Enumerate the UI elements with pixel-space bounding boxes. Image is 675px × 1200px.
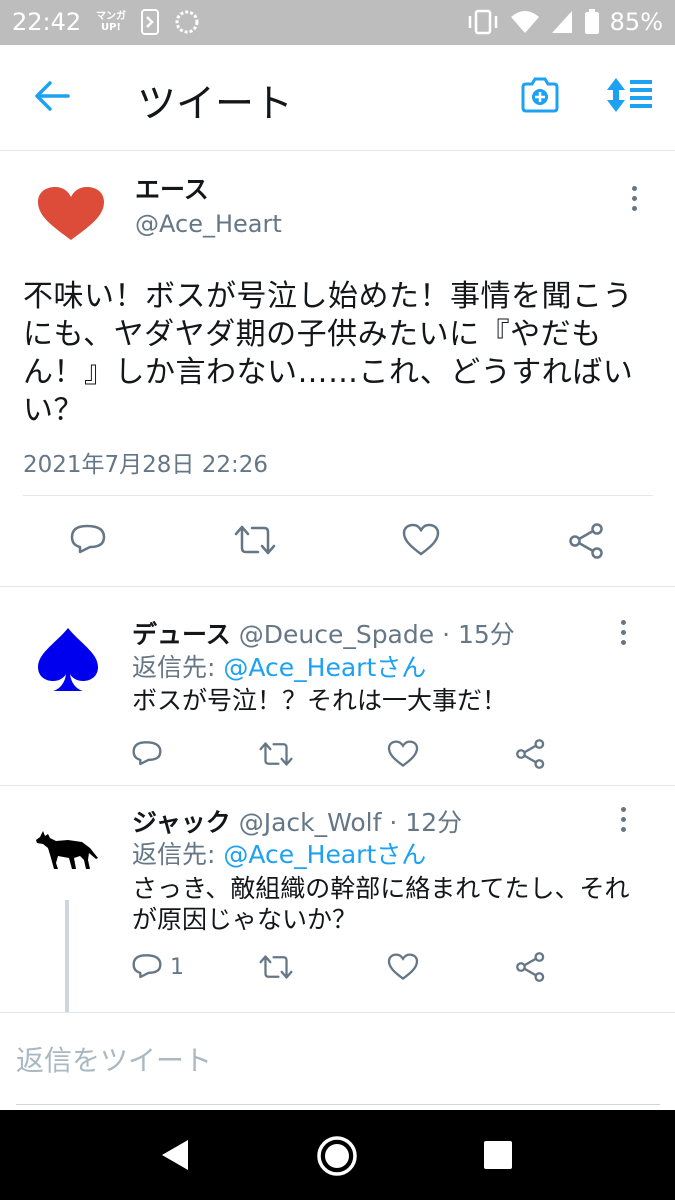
sync-circle-icon <box>175 10 199 34</box>
home-nav-icon[interactable] <box>316 1135 358 1177</box>
back-arrow-icon[interactable] <box>34 81 70 111</box>
reply-button[interactable] <box>132 739 170 769</box>
battery-icon <box>584 9 599 34</box>
reply-author-name[interactable]: ジャック <box>132 808 231 837</box>
more-icon[interactable] <box>632 186 637 211</box>
reply-input-placeholder[interactable]: 返信をツイート <box>16 1039 212 1079</box>
system-nav-bar <box>0 1110 675 1200</box>
cell-signal-icon <box>551 11 572 33</box>
sort-icon[interactable] <box>606 77 654 113</box>
more-icon[interactable] <box>621 620 626 645</box>
reply-count: 1 <box>170 954 184 980</box>
like-button[interactable] <box>402 523 440 557</box>
tweet-text: 不味い！ボスが号泣し始めた！事情を聞こうにも、ヤダヤダ期の子供みたいに『やだもん… <box>23 279 634 428</box>
tweet-timestamp[interactable]: 2021年7月28日 22:26 <box>23 445 268 479</box>
reply-icon <box>132 954 162 979</box>
back-nav-icon[interactable] <box>160 1138 190 1172</box>
reply-to-user-link[interactable]: @Ace_Heartさん <box>223 653 426 682</box>
status-time: 22:42 <box>12 8 82 36</box>
reply-to-user-link[interactable]: @Ace_Heartさん <box>223 840 426 869</box>
like-icon <box>402 523 440 556</box>
battery-percent: 85% <box>609 8 663 36</box>
share-button[interactable] <box>516 952 546 982</box>
retweet-icon <box>259 742 293 766</box>
reply-icon <box>132 741 162 766</box>
like-icon <box>387 740 419 767</box>
retweet-icon <box>234 525 276 555</box>
main-tweet-actions <box>0 512 675 572</box>
reply-author-handle[interactable]: @Deuce_Spade <box>239 620 434 649</box>
author-handle[interactable]: @Ace_Heart <box>135 210 282 238</box>
like-icon <box>387 953 419 980</box>
reply-to-line: 返信先: @Ace_Heartさん <box>132 648 426 684</box>
more-icon[interactable] <box>621 807 626 832</box>
reply-icon <box>70 524 106 554</box>
divider <box>23 495 653 496</box>
like-button[interactable] <box>387 953 419 981</box>
reply-time: 15分 <box>458 620 515 649</box>
reply-to-label: 返信先: <box>132 653 224 682</box>
page-title: ツイート <box>137 82 294 127</box>
share-icon <box>516 739 545 769</box>
author-name[interactable]: エース <box>135 170 209 206</box>
reply-button[interactable] <box>70 522 106 558</box>
spade-avatar-icon[interactable] <box>36 627 100 693</box>
camera-add-icon[interactable] <box>520 77 560 113</box>
app-header: ツイート <box>0 45 675 151</box>
separator-dot: · <box>442 620 451 649</box>
reply-header: デュース @Deuce_Spade · 15分 <box>132 615 515 651</box>
recents-nav-icon[interactable] <box>483 1140 513 1170</box>
share-icon <box>516 952 545 982</box>
thread-connector-line <box>65 900 69 1012</box>
retweet-button[interactable] <box>234 524 276 556</box>
reply-text: さっき、敵組織の幹部に絡まれてたし、それが原因じゃないか？ <box>132 874 630 934</box>
reply-compose-bar[interactable]: 返信をツイート <box>0 1012 675 1110</box>
reply-author-name[interactable]: デュース <box>132 620 231 649</box>
reply-time: 12分 <box>405 808 463 837</box>
reply-header: ジャック @Jack_Wolf · 12分 <box>132 803 462 839</box>
separator-dot: · <box>389 808 398 837</box>
reply-tweet[interactable]: ジャック @Jack_Wolf · 12分 返信先: @Ace_Heartさん … <box>0 786 675 1012</box>
reply-text: ボスが号泣！？それは一大事だ！ <box>132 686 508 715</box>
reply-tweet[interactable]: デュース @Deuce_Spade · 15分 返信先: @Ace_Heartさ… <box>0 587 675 785</box>
wifi-icon <box>510 11 539 33</box>
share-icon <box>569 523 603 559</box>
notification-app-icon <box>141 9 159 35</box>
reply-button[interactable]: 1 <box>132 952 184 982</box>
share-button[interactable] <box>569 523 605 559</box>
reply-to-label: 返信先: <box>132 840 224 869</box>
share-button[interactable] <box>516 739 546 769</box>
input-underline <box>16 1104 660 1105</box>
wolf-avatar-icon[interactable] <box>34 828 100 870</box>
reply-author-handle[interactable]: @Jack_Wolf <box>239 808 382 837</box>
like-button[interactable] <box>387 740 419 768</box>
reply-to-line: 返信先: @Ace_Heartさん <box>132 835 426 871</box>
heart-avatar-icon[interactable] <box>36 186 106 242</box>
vibrate-icon <box>468 9 497 35</box>
status-bar: 22:42 マンガ UP! 85% <box>0 0 675 45</box>
retweet-icon <box>259 955 293 979</box>
retweet-button[interactable] <box>259 741 293 767</box>
manga-app-icon: マンガ UP! <box>96 11 126 33</box>
retweet-button[interactable] <box>259 954 293 980</box>
